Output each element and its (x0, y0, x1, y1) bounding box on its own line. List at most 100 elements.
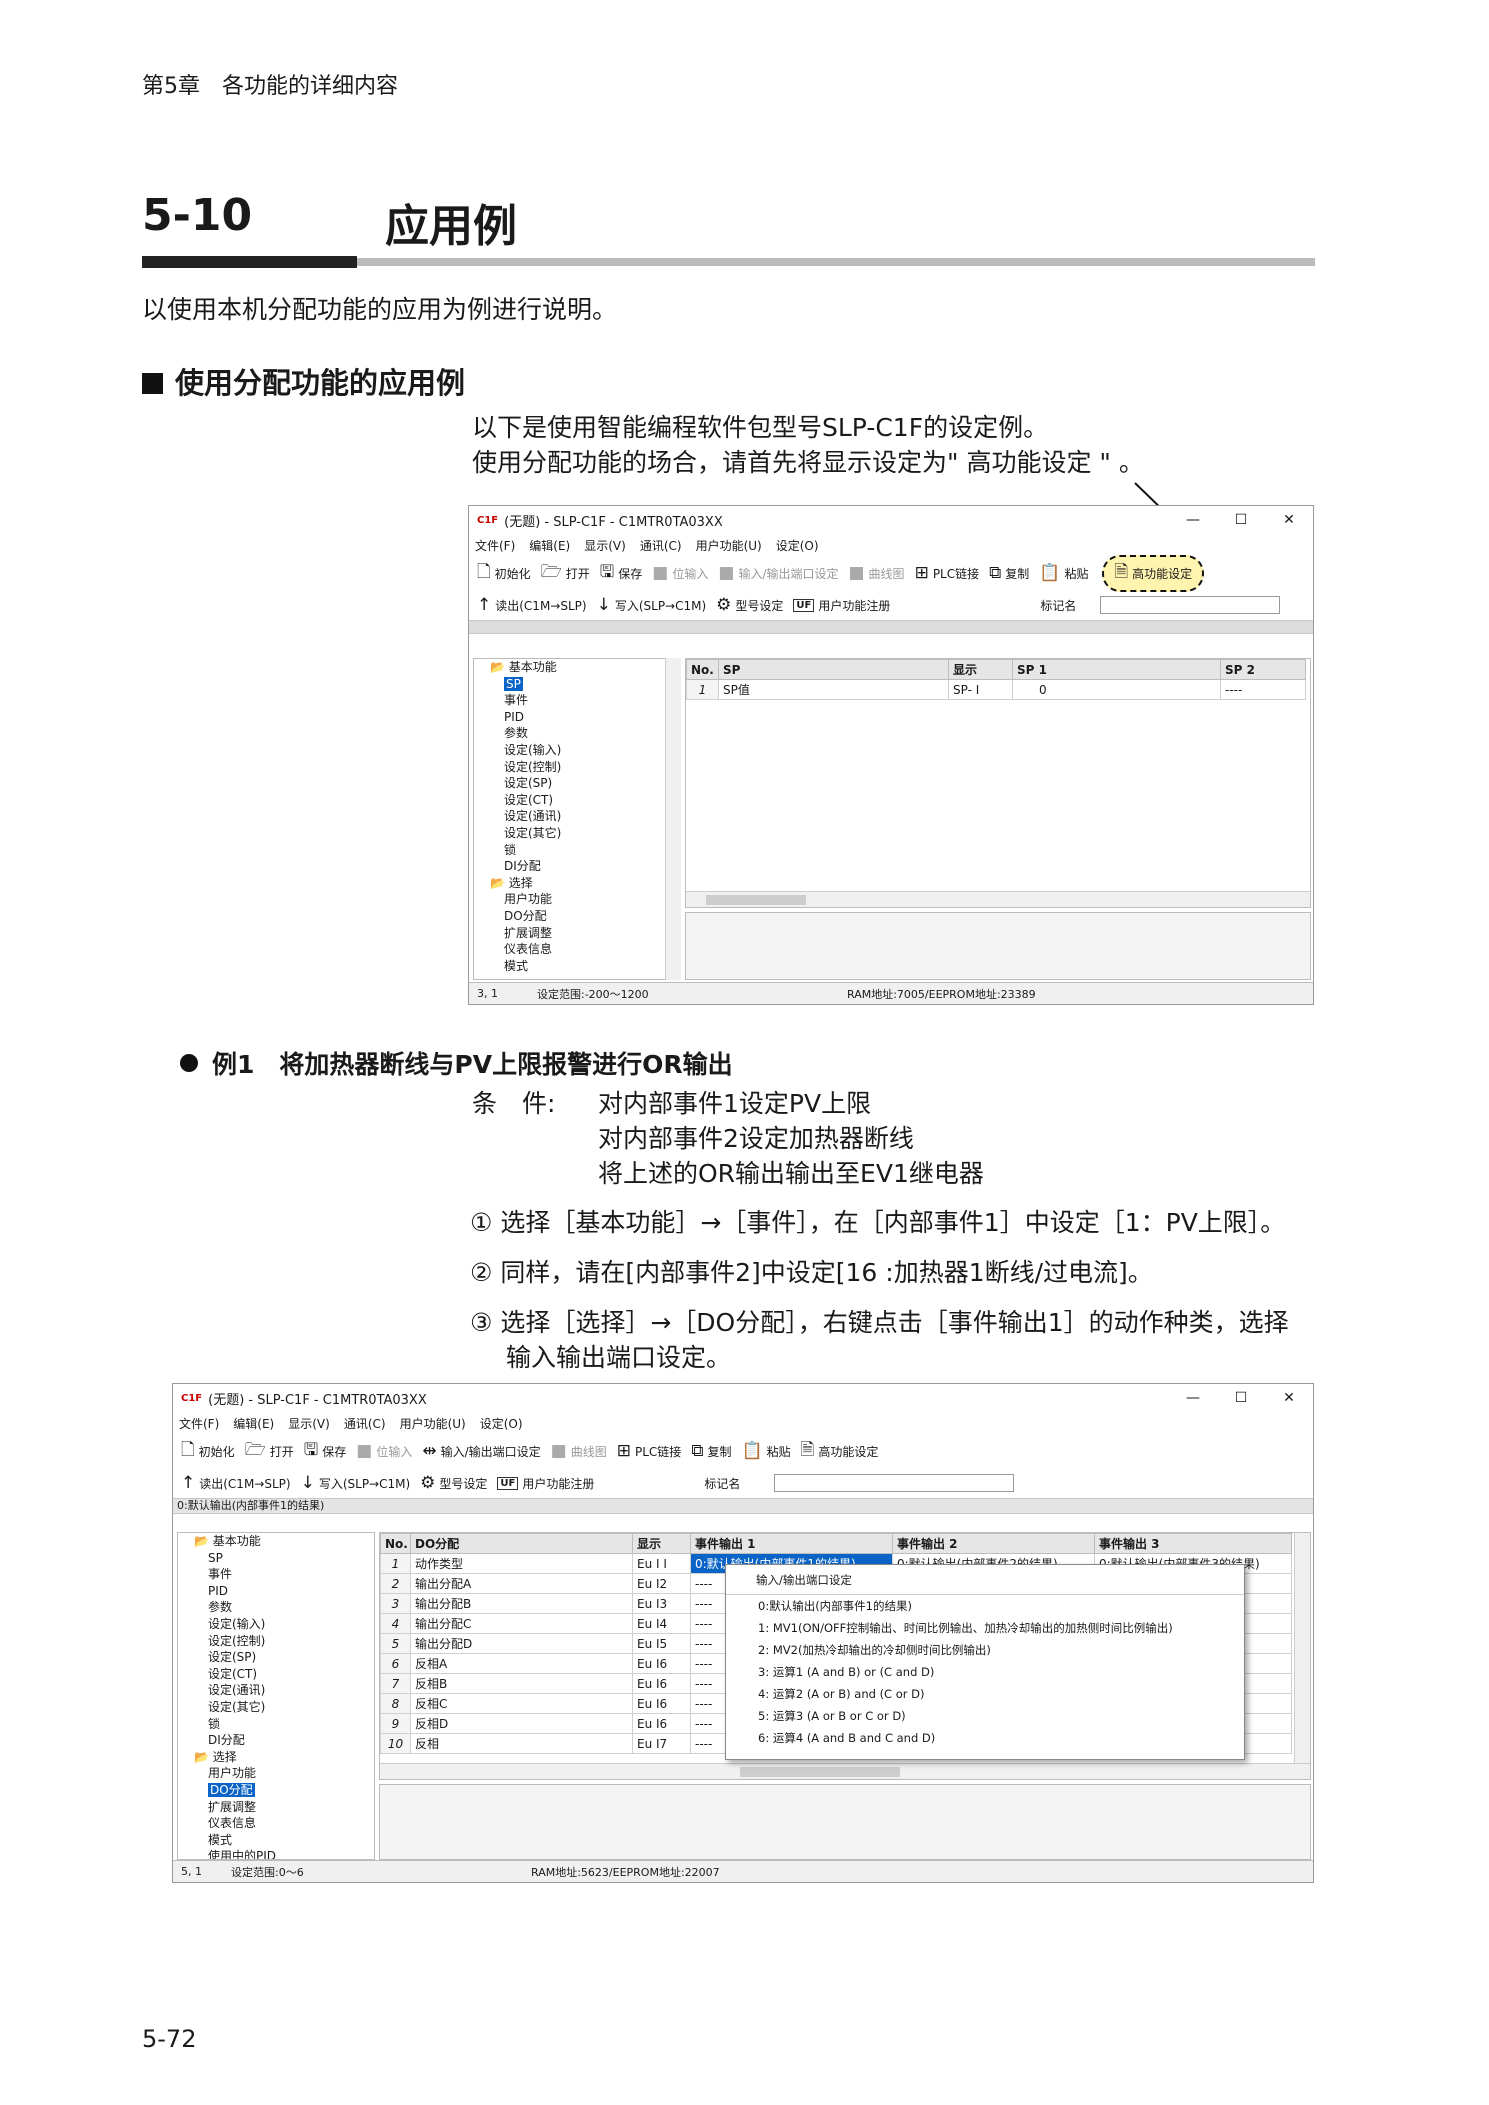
menu-settings[interactable]: 设定(O) (776, 537, 819, 554)
tree-item-mode[interactable]: 模式 (178, 1832, 374, 1849)
tree-item-do[interactable]: DO分配 (474, 908, 680, 925)
tree-item-sp[interactable]: SP (178, 1550, 374, 1567)
bit-input-button[interactable]: ■ 位输入 (356, 1441, 412, 1461)
grid-vscrollbar[interactable] (1294, 1533, 1310, 1763)
read-button[interactable]: ↑ 读出(C1M→SLP) (181, 1473, 291, 1493)
tree-item-event[interactable]: 事件 (178, 1566, 374, 1583)
minimize-button[interactable]: — (1169, 1390, 1217, 1406)
menu-view[interactable]: 显示(V) (584, 537, 626, 554)
read-button[interactable]: ↑ 读出(C1M→SLP) (477, 595, 587, 615)
copy-button[interactable]: ⧉ 复制 (691, 1441, 731, 1461)
grid-hscrollbar[interactable] (686, 891, 1310, 907)
plc-link-button[interactable]: ⊞ PLC链接 (915, 563, 980, 583)
menu-item-option-6[interactable]: 6: 运算4 (A and B and C and D) (726, 1727, 1244, 1749)
maximize-button[interactable]: ☐ (1217, 1390, 1265, 1406)
tree-item-pid[interactable]: PID (178, 1583, 374, 1600)
tree-item-device-info[interactable]: 仪表信息 (178, 1815, 374, 1832)
grid-hscrollbar[interactable] (380, 1763, 1310, 1779)
menu-user-function[interactable]: 用户功能(U) (400, 1415, 466, 1432)
curve-button[interactable]: ■ 曲线图 (551, 1441, 607, 1461)
plc-link-button[interactable]: ⊞ PLC链接 (617, 1441, 682, 1461)
tree-item-set-input[interactable]: 设定(输入) (474, 742, 680, 759)
paste-button[interactable]: 📋 粘贴 (741, 1441, 790, 1461)
tree-item-set-input[interactable]: 设定(输入) (178, 1616, 374, 1633)
paste-button[interactable]: 📋 粘贴 (1039, 563, 1088, 583)
tree-item-set-other[interactable]: 设定(其它) (178, 1699, 374, 1716)
tree-item-set-sp[interactable]: 设定(SP) (178, 1649, 374, 1666)
tree-item-param[interactable]: 参数 (474, 725, 680, 742)
tree-item-do[interactable]: DO分配 (178, 1782, 374, 1799)
tree-item-pid[interactable]: PID (474, 709, 680, 726)
tree-item-user-func[interactable]: 用户功能 (474, 891, 680, 908)
tree-item-di[interactable]: DI分配 (474, 858, 680, 875)
menu-comm[interactable]: 通讯(C) (344, 1415, 386, 1432)
tree-item-di[interactable]: DI分配 (178, 1732, 374, 1749)
tree-item-user-func[interactable]: 用户功能 (178, 1765, 374, 1782)
io-port-button[interactable]: ■ 输入/输出端口设定 (718, 563, 838, 583)
open-button[interactable]: 🗁 打开 (541, 559, 590, 588)
close-button[interactable]: ✕ (1265, 1390, 1313, 1406)
copy-button[interactable]: ⧉ 复制 (989, 563, 1029, 583)
tree-item-set-ct[interactable]: 设定(CT) (178, 1666, 374, 1683)
menu-view[interactable]: 显示(V) (288, 1415, 330, 1432)
bit-input-button[interactable]: ■ 位输入 (652, 563, 708, 583)
menu-item-option-0[interactable]: 0:默认输出(内部事件1的结果) (726, 1595, 1244, 1617)
tree-item-basic[interactable]: 📂 基本功能 (474, 659, 680, 676)
tag-input[interactable] (1100, 596, 1281, 614)
tree-item-sp[interactable]: SP (474, 676, 680, 693)
menu-item-option-5[interactable]: 5: 运算3 (A or B or C or D) (726, 1705, 1244, 1727)
model-button[interactable]: ⚙ 型号设定 (420, 1473, 487, 1493)
tree-item-lock[interactable]: 锁 (178, 1716, 374, 1733)
tree-item-lock[interactable]: 锁 (474, 842, 680, 859)
tree-item-mode[interactable]: 模式 (474, 958, 680, 975)
menu-file[interactable]: 文件(F) (179, 1415, 219, 1432)
menu-edit[interactable]: 编辑(E) (233, 1415, 274, 1432)
io-port-button[interactable]: ⇹ 输入/输出端口设定 (422, 1441, 540, 1461)
tree-item-set-other[interactable]: 设定(其它) (474, 825, 680, 842)
tree-item-select[interactable]: 📂 选择 (178, 1749, 374, 1766)
close-button[interactable]: ✕ (1265, 512, 1313, 528)
uf-register-button[interactable]: UF 用户功能注册 (793, 597, 890, 614)
menu-comm[interactable]: 通讯(C) (640, 537, 682, 554)
tree-item-set-comm[interactable]: 设定(通讯) (178, 1682, 374, 1699)
tree-item-set-sp[interactable]: 设定(SP) (474, 775, 680, 792)
menu-item-option-3[interactable]: 3: 运算1 (A and B) or (C and D) (726, 1661, 1244, 1683)
tree-item-basic[interactable]: 📂 基本功能 (178, 1533, 374, 1550)
tree-item-event[interactable]: 事件 (474, 692, 680, 709)
menu-item-option-1[interactable]: 1: MV1(ON/OFF控制输出、时间比例输出、加热冷却输出的加热侧时间比例输… (726, 1617, 1244, 1639)
menu-item-option-2[interactable]: 2: MV2(加热冷却输出的冷却侧时间比例输出) (726, 1639, 1244, 1661)
tree-item-ext-adjust[interactable]: 扩展调整 (474, 925, 680, 942)
menu-settings[interactable]: 设定(O) (480, 1415, 523, 1432)
write-button[interactable]: ↓ 写入(SLP→C1M) (301, 1473, 411, 1493)
curve-button[interactable]: ■ 曲线图 (848, 563, 904, 583)
tree-item-select[interactable]: 📂 选择 (474, 875, 680, 892)
tree-item-set-ct[interactable]: 设定(CT) (474, 792, 680, 809)
save-button[interactable]: 🖫 保存 (304, 1437, 347, 1466)
table-row[interactable]: 1 SP值 SP- I 0 ---- (686, 679, 1306, 700)
menu-edit[interactable]: 编辑(E) (529, 537, 570, 554)
maximize-button[interactable]: ☐ (1217, 512, 1265, 528)
open-button[interactable]: 🗁 打开 (245, 1437, 294, 1466)
tree-item-ext-adjust[interactable]: 扩展调整 (178, 1799, 374, 1816)
minimize-button[interactable]: — (1169, 512, 1217, 528)
init-button[interactable]: 🗋 初始化 (477, 559, 531, 588)
tree-item-device-info[interactable]: 仪表信息 (474, 941, 680, 958)
advanced-setting-button[interactable]: 🗎 高功能设定 (1102, 554, 1205, 592)
menu-item-option-4[interactable]: 4: 运算2 (A or B) and (C or D) (726, 1683, 1244, 1705)
menu-user-function[interactable]: 用户功能(U) (696, 537, 762, 554)
advanced-setting-button[interactable]: 🗎 高功能设定 (801, 1437, 879, 1466)
tree-item-set-comm[interactable]: 设定(通讯) (474, 808, 680, 825)
tree-scrollbar[interactable] (665, 658, 681, 980)
write-button[interactable]: ↓ 写入(SLP→C1M) (597, 595, 707, 615)
save-button[interactable]: 🖫 保存 (600, 559, 643, 588)
menu-file[interactable]: 文件(F) (475, 537, 515, 554)
tree-item-param[interactable]: 参数 (178, 1599, 374, 1616)
tree-item-pid-in-use[interactable]: 使用中的PID (178, 1848, 374, 1859)
tag-input[interactable] (774, 1474, 1015, 1492)
uf-register-button[interactable]: UF 用户功能注册 (497, 1475, 594, 1492)
context-menu-title[interactable]: 输入/输出端口设定 (726, 1565, 1244, 1595)
tree-item-set-control[interactable]: 设定(控制) (474, 759, 680, 776)
model-button[interactable]: ⚙ 型号设定 (716, 595, 783, 615)
init-button[interactable]: 🗋 初始化 (181, 1437, 235, 1466)
tree-item-set-control[interactable]: 设定(控制) (178, 1633, 374, 1650)
